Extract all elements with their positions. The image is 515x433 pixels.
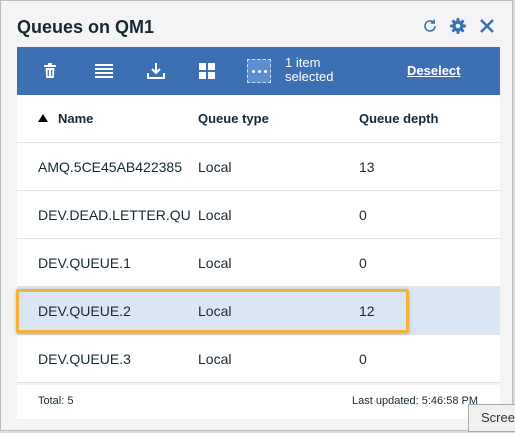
queue-depth-cell: 0 (359, 207, 367, 223)
queue-depth-cell: 0 (359, 255, 367, 271)
column-header-name[interactable]: Name (38, 95, 196, 143)
queue-type-cell: Local (198, 159, 232, 175)
column-header-queue-type[interactable]: Queue type (198, 95, 338, 143)
total-count: Total: 5 (38, 395, 74, 407)
close-icon[interactable] (476, 15, 498, 37)
queue-name-cell: DEV.QUEUE.3 (38, 351, 131, 367)
queue-name-cell: DEV.QUEUE.1 (38, 255, 131, 271)
column-header-queue-depth[interactable]: Queue depth (359, 95, 479, 143)
sort-ascending-icon (38, 114, 48, 122)
table-row[interactable]: AMQ.5CE45AB422385 Local 13 (17, 143, 500, 191)
panel-title: Queues on QM1 (17, 17, 155, 37)
selection-toolbar: 1 item selected Deselect (17, 47, 500, 95)
list-icon[interactable] (92, 59, 116, 83)
queue-type-cell: Local (198, 351, 232, 367)
queues-panel: Queues on QM1 1 item selected Deselect N… (0, 0, 513, 431)
queue-name-cell: DEV.DEAD.LETTER.QU (38, 207, 191, 223)
deselect-link[interactable]: Deselect (407, 63, 460, 78)
table-row[interactable]: DEV.DEAD.LETTER.QU Local 0 (17, 191, 500, 239)
grid-icon[interactable] (195, 59, 219, 83)
queue-depth-cell: 0 (359, 351, 367, 367)
table-row[interactable]: DEV.QUEUE.3 Local 0 (17, 335, 500, 383)
queue-depth-cell: 13 (359, 159, 375, 175)
gear-icon[interactable] (447, 15, 469, 37)
table-footer: Total: 5 Last updated: 5:46:58 PM (17, 385, 500, 419)
queue-name-cell: AMQ.5CE45AB422385 (38, 159, 182, 175)
queues-table: Name Queue type Queue depth AMQ.5CE45AB4… (17, 95, 500, 383)
last-updated: Last updated: 5:46:58 PM (352, 395, 478, 407)
table-row[interactable]: DEV.QUEUE.1 Local 0 (17, 239, 500, 287)
selection-count: 1 item selected (285, 55, 334, 84)
download-icon[interactable] (144, 59, 168, 83)
screen-tooltip: Scree (468, 404, 515, 432)
more-icon[interactable] (247, 59, 271, 83)
row-highlight-annotation (16, 289, 409, 333)
queue-type-cell: Local (198, 255, 232, 271)
refresh-icon[interactable] (419, 15, 441, 37)
table-header-row: Name Queue type Queue depth (17, 95, 500, 143)
trash-icon[interactable] (38, 59, 62, 83)
panel-header: Queues on QM1 (17, 15, 496, 39)
queue-type-cell: Local (198, 207, 232, 223)
